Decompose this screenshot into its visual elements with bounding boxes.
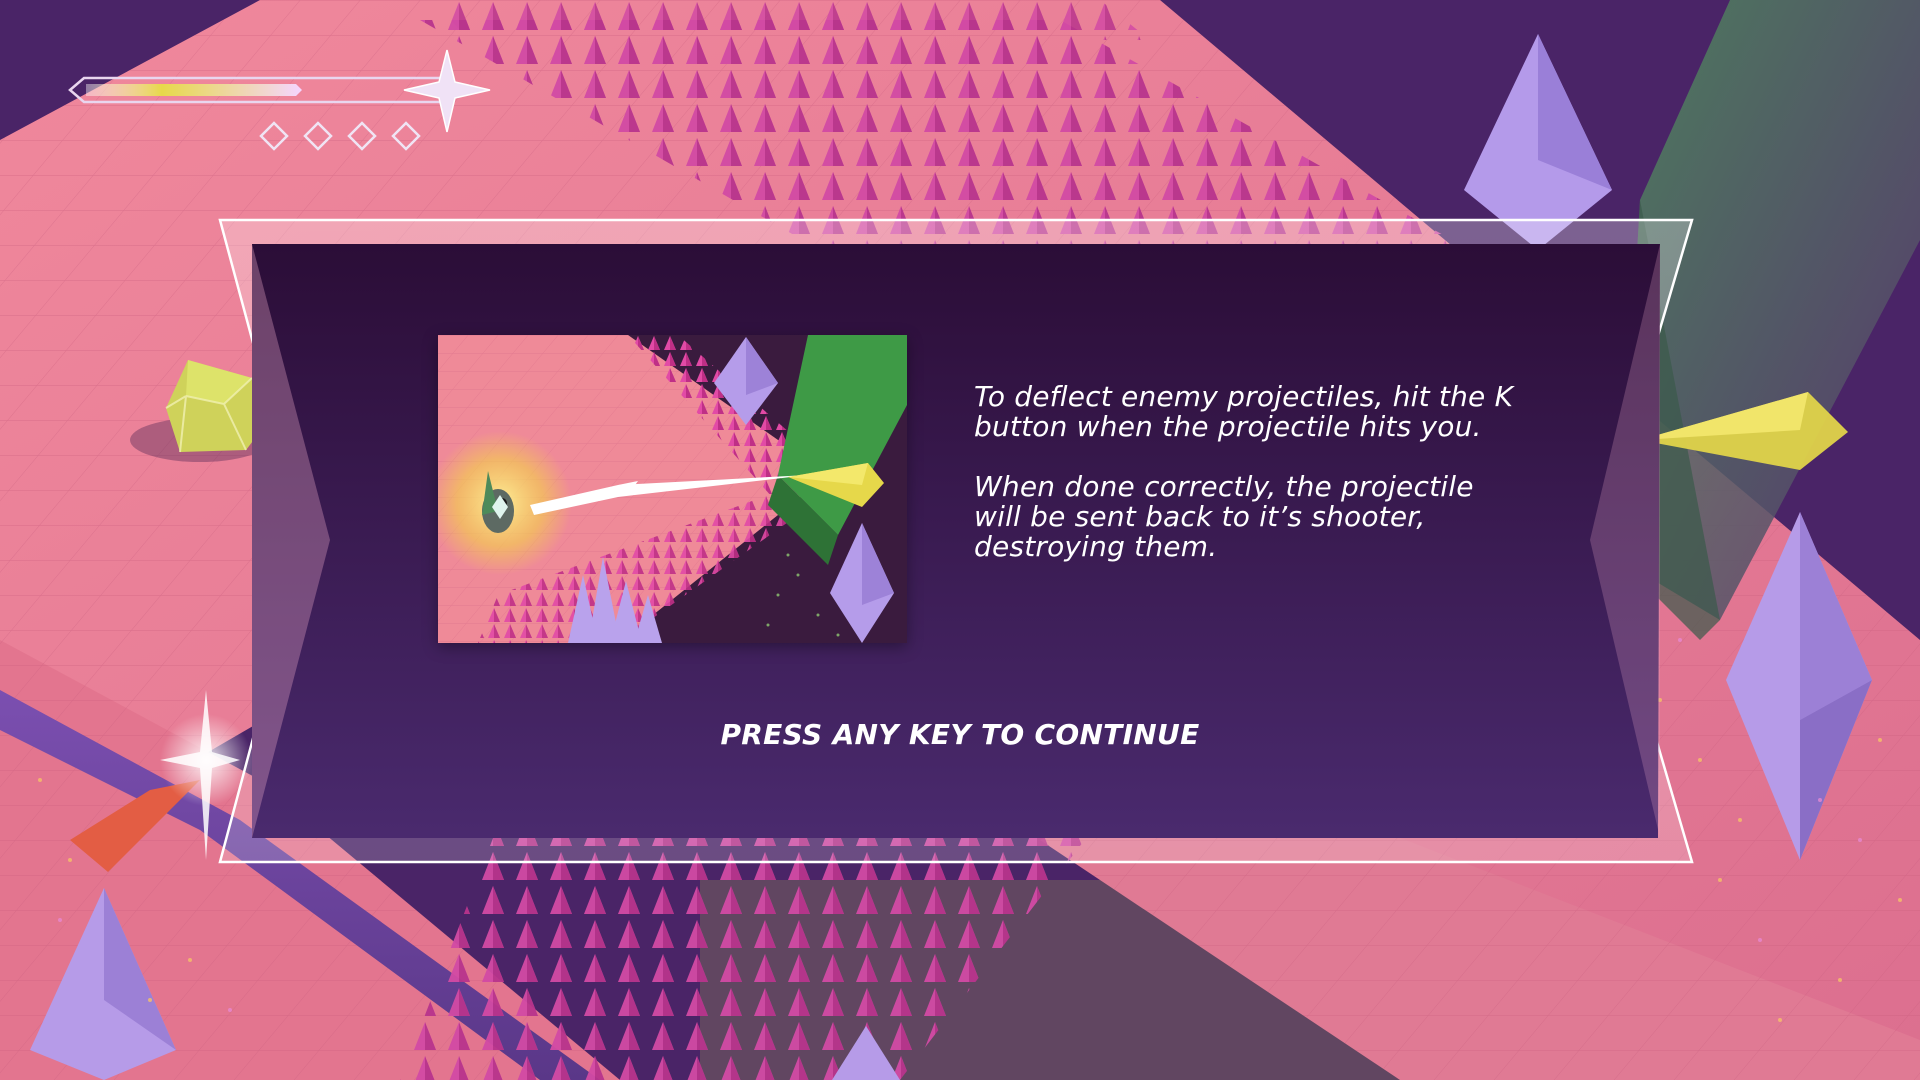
diamond-outline-icon: [303, 121, 333, 151]
health-bar-fill: [86, 84, 302, 96]
diamond-outline-icon: [259, 121, 289, 151]
game-screen: To deflect enemy projectiles, hit the K …: [0, 0, 1920, 1080]
continue-prompt[interactable]: PRESS ANY KEY TO CONTINUE: [560, 718, 1360, 751]
diamond-outline-icon: [391, 121, 421, 151]
diamond-outline-icon: [347, 121, 377, 151]
game-background: [0, 0, 1920, 1080]
hud: [60, 40, 500, 160]
